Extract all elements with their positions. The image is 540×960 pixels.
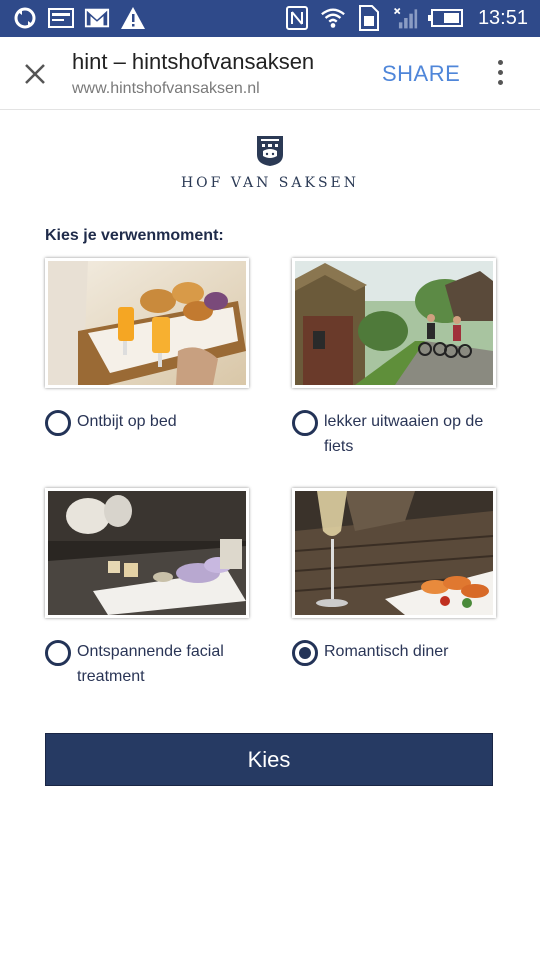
- choose-button[interactable]: Kies: [45, 733, 493, 786]
- form-prompt: Kies je verwenmoment:: [45, 227, 224, 244]
- breakfast-tray-photo[interactable]: [45, 258, 249, 388]
- cycling-photo[interactable]: [292, 258, 496, 388]
- radio-button[interactable]: [45, 640, 71, 666]
- radio-cycling-row[interactable]: lekker uitwaaien op de fiets: [292, 410, 502, 459]
- status-bar: 13:51: [0, 0, 540, 37]
- dinner-photo[interactable]: [292, 488, 496, 618]
- card-icon: [48, 5, 74, 31]
- page-title: hint – hintshofvansaksen: [72, 49, 315, 74]
- more-options-icon[interactable]: [490, 55, 510, 89]
- warning-icon: [120, 5, 146, 31]
- sim-icon: [356, 5, 382, 31]
- status-left-icons: [12, 5, 146, 31]
- page-url: www.hintshofvansaksen.nl: [72, 80, 260, 97]
- brand-logo: HOF VAN SAKSEN: [0, 135, 540, 191]
- signal-icon: [392, 5, 418, 31]
- radio-dinner-row[interactable]: Romantisch diner: [292, 640, 502, 666]
- close-icon[interactable]: [18, 57, 52, 91]
- clock: 13:51: [477, 6, 528, 29]
- status-right-icons: 13:51: [284, 5, 528, 31]
- logo-text: HOF VAN SAKSEN: [180, 175, 360, 191]
- radio-button[interactable]: [292, 410, 318, 436]
- battery-icon: [427, 5, 464, 31]
- radio-breakfast-row[interactable]: Ontbijt op bed: [45, 410, 255, 436]
- option-label[interactable]: Romantisch diner: [324, 639, 449, 664]
- crest-icon: [256, 135, 284, 167]
- radio-button-selected[interactable]: [292, 640, 318, 666]
- option-label[interactable]: lekker uitwaaien op de fiets: [324, 409, 502, 459]
- radio-facial-row[interactable]: Ontspannende facial treatment: [45, 640, 255, 689]
- share-button[interactable]: SHARE: [382, 61, 460, 87]
- spa-photo[interactable]: [45, 488, 249, 618]
- option-label[interactable]: Ontbijt op bed: [77, 409, 177, 434]
- custom-tab-toolbar: hint – hintshofvansaksen www.hintshofvan…: [0, 37, 540, 110]
- radio-button[interactable]: [45, 410, 71, 436]
- sync-icon: [12, 5, 38, 31]
- option-cycling[interactable]: lekker uitwaaien op de fiets: [292, 258, 502, 459]
- option-label[interactable]: Ontspannende facial treatment: [77, 639, 255, 689]
- option-breakfast[interactable]: Ontbijt op bed: [45, 258, 255, 436]
- option-facial[interactable]: Ontspannende facial treatment: [45, 488, 255, 689]
- option-dinner[interactable]: Romantisch diner: [292, 488, 502, 666]
- gmail-icon: [84, 5, 110, 31]
- wifi-icon: [320, 5, 346, 31]
- nfc-icon: [284, 5, 310, 31]
